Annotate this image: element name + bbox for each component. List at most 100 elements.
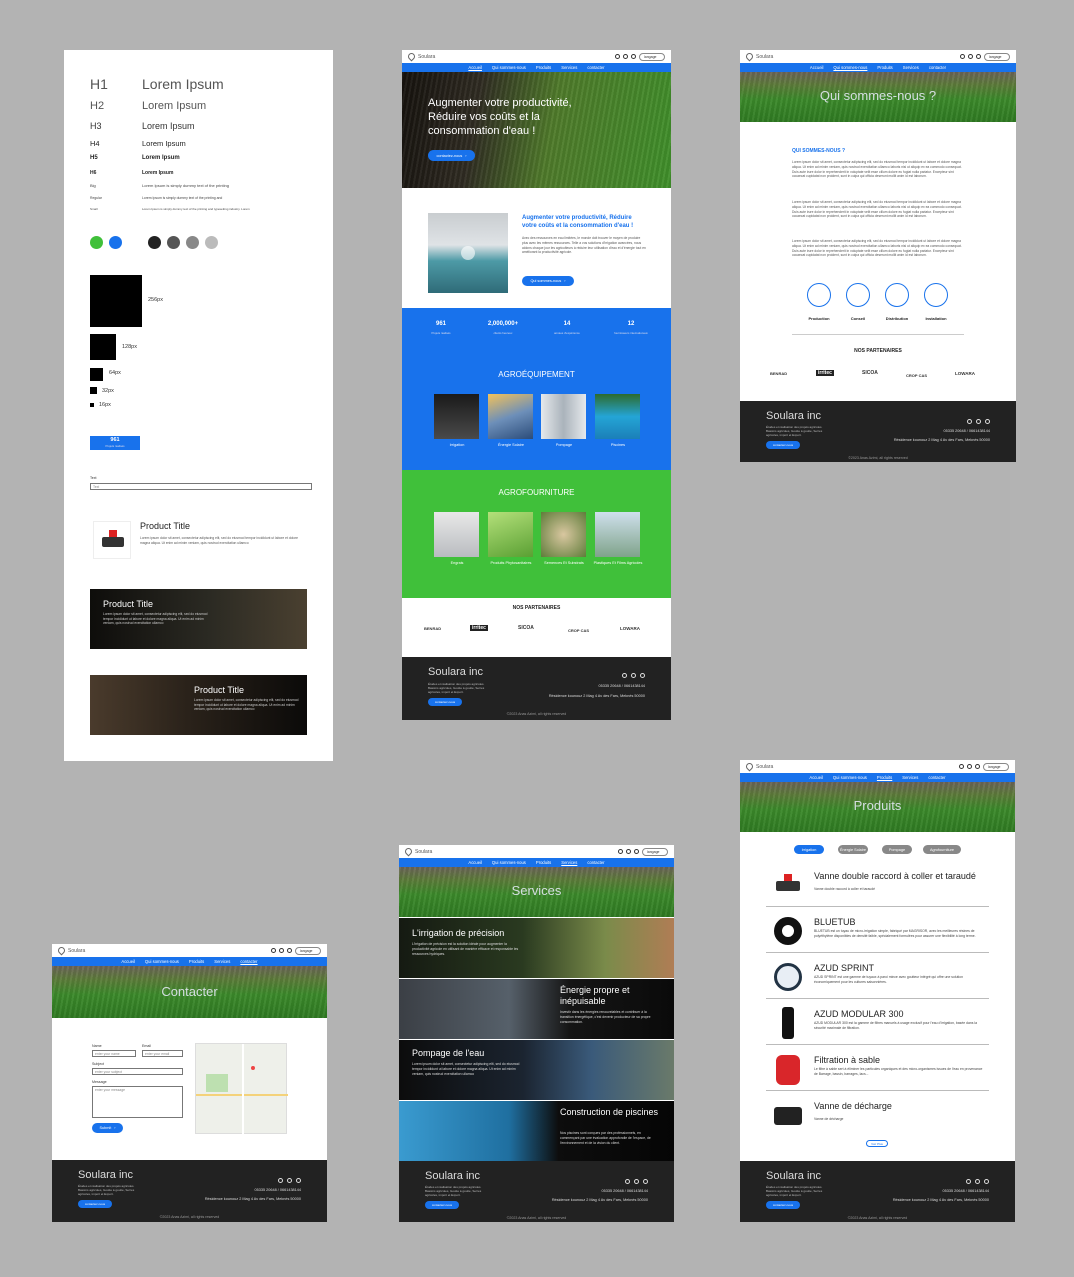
nav-produits[interactable]: Produits bbox=[536, 858, 551, 867]
nav-contact[interactable]: contacter bbox=[928, 773, 945, 782]
whatsapp-icon[interactable] bbox=[976, 419, 981, 424]
equip-thumb-irrigation[interactable] bbox=[434, 394, 479, 439]
nav-accueil[interactable]: Accueil bbox=[809, 773, 823, 782]
nav-qui[interactable]: Qui sommes-nous bbox=[833, 63, 867, 72]
contact-brand[interactable]: Soulara bbox=[56, 945, 85, 956]
tab-agrofourniture[interactable]: Agrofourniture bbox=[923, 845, 961, 854]
nav-produits[interactable]: Produits bbox=[189, 957, 204, 966]
service-irrigation[interactable]: L'irrigation de précision L'irrigation d… bbox=[399, 918, 674, 978]
email-input[interactable]: enter your email bbox=[142, 1050, 183, 1057]
facebook-icon[interactable] bbox=[615, 54, 620, 59]
language-select[interactable]: langage bbox=[983, 762, 1009, 771]
dark-card-sample-left[interactable]: Product Title Lorem ipsum dolor sit amet… bbox=[90, 589, 307, 649]
instagram-icon[interactable] bbox=[985, 419, 990, 424]
whatsapp-icon[interactable] bbox=[631, 673, 636, 678]
tab-energie-solaire[interactable]: Énergie Solaire bbox=[838, 845, 868, 854]
dark-card-sample-right[interactable]: Product Title Lorem ipsum dolor sit amet… bbox=[90, 675, 307, 735]
whatsapp-icon[interactable] bbox=[623, 54, 628, 59]
fourn-thumb-semences[interactable] bbox=[541, 512, 586, 557]
facebook-icon[interactable] bbox=[618, 849, 623, 854]
instagram-icon[interactable] bbox=[984, 1179, 989, 1184]
whatsapp-icon[interactable] bbox=[287, 1178, 292, 1183]
product-item-bluetub[interactable]: BLUETUB BLUETUB est un tuyau de micro-ir… bbox=[766, 907, 989, 953]
fourn-thumb-phyto[interactable] bbox=[488, 512, 533, 557]
nav-produits[interactable]: Produits bbox=[877, 63, 892, 72]
service-pompage[interactable]: Pompage de l'eau Lorem ipsum dolor sit a… bbox=[399, 1040, 674, 1100]
nav-qui[interactable]: Qui sommes-nous bbox=[492, 63, 526, 72]
products-brand[interactable]: Soulara bbox=[744, 761, 773, 772]
instagram-icon[interactable] bbox=[287, 948, 292, 953]
equip-thumb-solaire[interactable] bbox=[488, 394, 533, 439]
subject-input[interactable]: enter your subject bbox=[92, 1068, 183, 1075]
tab-pompage[interactable]: Pompage bbox=[882, 845, 912, 854]
language-select[interactable]: langage bbox=[639, 52, 665, 61]
product-card-sample[interactable]: Product Title Lorem ipsum dolor sit amet… bbox=[90, 518, 310, 560]
nav-accueil[interactable]: Accueil bbox=[121, 957, 135, 966]
more-products-button[interactable]: Voir Plus bbox=[866, 1140, 888, 1147]
instagram-icon[interactable] bbox=[296, 1178, 301, 1183]
language-select[interactable]: langage bbox=[984, 52, 1010, 61]
whatsapp-icon[interactable] bbox=[626, 849, 631, 854]
instagram-icon[interactable] bbox=[975, 764, 980, 769]
nav-qui[interactable]: Qui sommes-nous bbox=[833, 773, 867, 782]
map-pin-icon[interactable] bbox=[251, 1066, 255, 1070]
language-select[interactable]: langage bbox=[642, 847, 668, 856]
facebook-icon[interactable] bbox=[967, 419, 972, 424]
nav-services[interactable]: Services bbox=[903, 63, 919, 72]
facebook-icon[interactable] bbox=[278, 1178, 283, 1183]
home-footer-contact-button[interactable]: contactez-nous bbox=[428, 698, 462, 706]
facebook-icon[interactable] bbox=[959, 764, 964, 769]
equip-thumb-pompage[interactable] bbox=[541, 394, 586, 439]
facebook-icon[interactable] bbox=[622, 673, 627, 678]
tab-irrigation[interactable]: Irrigation bbox=[794, 845, 824, 854]
nav-contact[interactable]: contacter bbox=[587, 858, 604, 867]
submit-button[interactable]: Submit › bbox=[92, 1123, 123, 1133]
instagram-icon[interactable] bbox=[976, 54, 981, 59]
services-brand[interactable]: Soulara bbox=[403, 846, 432, 857]
whatsapp-icon[interactable] bbox=[975, 1179, 980, 1184]
product-item-filtration-sable[interactable]: Filtration à sable Le filtre à sable ser… bbox=[766, 1045, 989, 1091]
fourn-thumb-plastiques[interactable] bbox=[595, 512, 640, 557]
nav-services[interactable]: Services bbox=[214, 957, 230, 966]
whatsapp-icon[interactable] bbox=[279, 948, 284, 953]
name-input[interactable]: enter your name bbox=[92, 1050, 136, 1057]
nav-qui[interactable]: Qui sommes-nous bbox=[492, 858, 526, 867]
product-item-azud-sprint[interactable]: AZUD SPRINT AZUD SPRINT est une gamme de… bbox=[766, 953, 989, 999]
instagram-icon[interactable] bbox=[643, 1179, 648, 1184]
intro-image[interactable] bbox=[428, 213, 508, 293]
nav-contact[interactable]: contacter bbox=[240, 957, 257, 966]
instagram-icon[interactable] bbox=[640, 673, 645, 678]
nav-contact[interactable]: contacter bbox=[587, 63, 604, 72]
nav-contact[interactable]: contacter bbox=[929, 63, 946, 72]
nav-accueil[interactable]: Accueil bbox=[468, 63, 482, 72]
product-item-azud-modular[interactable]: AZUD MODULAR 300 AZUD MODULAR 300 est la… bbox=[766, 999, 989, 1045]
equip-thumb-piscines[interactable] bbox=[595, 394, 640, 439]
facebook-icon[interactable] bbox=[966, 1179, 971, 1184]
intro-about-button[interactable]: Qui sommes-nous › bbox=[522, 276, 574, 286]
nav-services[interactable]: Services bbox=[902, 773, 918, 782]
service-energie[interactable]: Énergie propre et inépuisable Investir d… bbox=[399, 979, 674, 1039]
nav-accueil[interactable]: Accueil bbox=[810, 63, 824, 72]
about-footer-contact-button[interactable]: contactez-nous bbox=[766, 441, 800, 449]
facebook-icon[interactable] bbox=[625, 1179, 630, 1184]
services-footer-contact-button[interactable]: contactez-nous bbox=[425, 1201, 459, 1209]
about-brand[interactable]: Soulara bbox=[744, 51, 773, 62]
instagram-icon[interactable] bbox=[631, 54, 636, 59]
nav-produits[interactable]: Produits bbox=[536, 63, 551, 72]
whatsapp-icon[interactable] bbox=[634, 1179, 639, 1184]
contact-footer-contact-button[interactable]: contactez-nous bbox=[78, 1200, 112, 1208]
service-piscines[interactable]: Construction de piscines Nos piscines so… bbox=[399, 1101, 674, 1161]
whatsapp-icon[interactable] bbox=[968, 54, 973, 59]
hero-contact-button[interactable]: contactez-nous › bbox=[428, 150, 475, 161]
facebook-icon[interactable] bbox=[271, 948, 276, 953]
nav-accueil[interactable]: Accueil bbox=[468, 858, 482, 867]
product-item-vanne-decharge[interactable]: Vanne de décharge Vanne de décharge bbox=[766, 1091, 989, 1137]
instagram-icon[interactable] bbox=[634, 849, 639, 854]
home-brand[interactable]: Soulara bbox=[406, 51, 435, 62]
product-item-vanne-double[interactable]: Vanne double raccord à coller et taraudé… bbox=[766, 861, 989, 907]
nav-produits[interactable]: Produits bbox=[877, 773, 892, 782]
whatsapp-icon[interactable] bbox=[967, 764, 972, 769]
message-textarea[interactable]: enter your message bbox=[92, 1086, 183, 1118]
language-select[interactable]: langage bbox=[295, 946, 321, 955]
facebook-icon[interactable] bbox=[960, 54, 965, 59]
